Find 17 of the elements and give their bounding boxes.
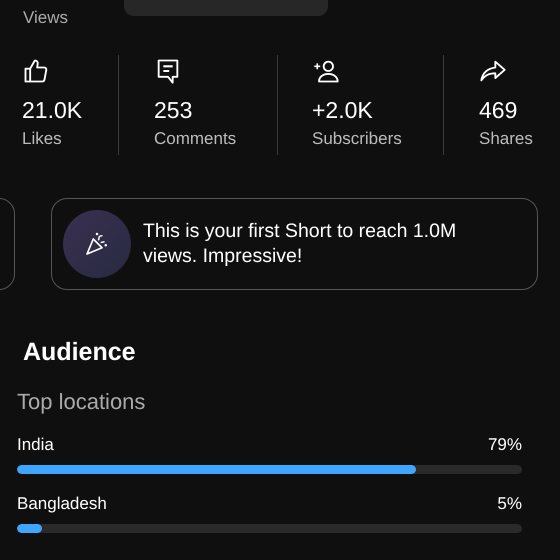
location-percent: 5%: [497, 494, 522, 514]
location-percent: 79%: [488, 435, 522, 455]
stat-label: Likes: [22, 129, 63, 149]
location-name: India: [17, 435, 54, 455]
stat-label: Subscribers: [312, 129, 403, 149]
views-label: Views: [23, 8, 68, 27]
stat-value: +2.0K: [312, 97, 374, 124]
stat-label: Shares: [479, 129, 534, 149]
section-subtitle: Top locations: [16, 388, 146, 415]
location-name: Bangladesh: [17, 494, 107, 514]
stat-value: 469: [479, 97, 518, 124]
stat-value: 21.0K: [22, 97, 84, 124]
milestone-text: This is your first Short to reach 1.0M views. Impressive!: [143, 218, 458, 269]
section-title: Audience: [22, 337, 137, 367]
stat-value: 253: [154, 97, 194, 124]
thumbs-up-icon: [22, 57, 50, 85]
stat-label: Comments: [154, 129, 238, 149]
